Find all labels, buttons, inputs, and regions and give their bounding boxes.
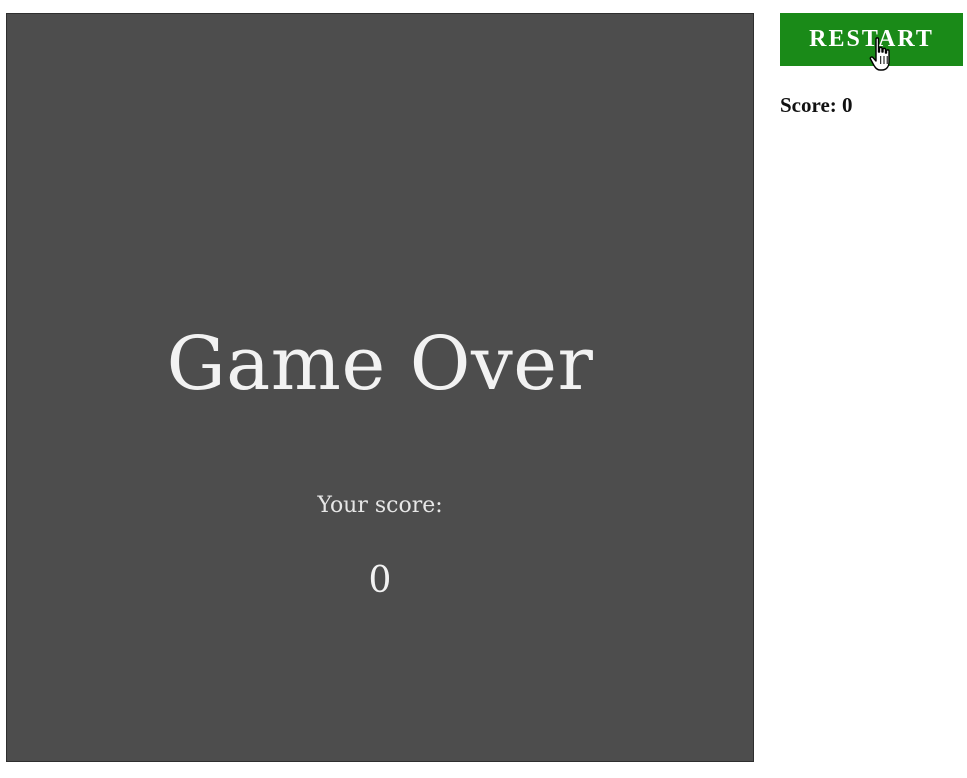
game-board: Game Over Your score: 0 xyxy=(6,13,754,762)
final-score-label: Your score: xyxy=(317,493,443,518)
restart-button[interactable]: RESTART xyxy=(780,13,963,66)
game-over-title: Game Over xyxy=(166,321,594,407)
final-score-value: 0 xyxy=(368,560,392,601)
score-display: Score: 0 xyxy=(780,93,853,117)
